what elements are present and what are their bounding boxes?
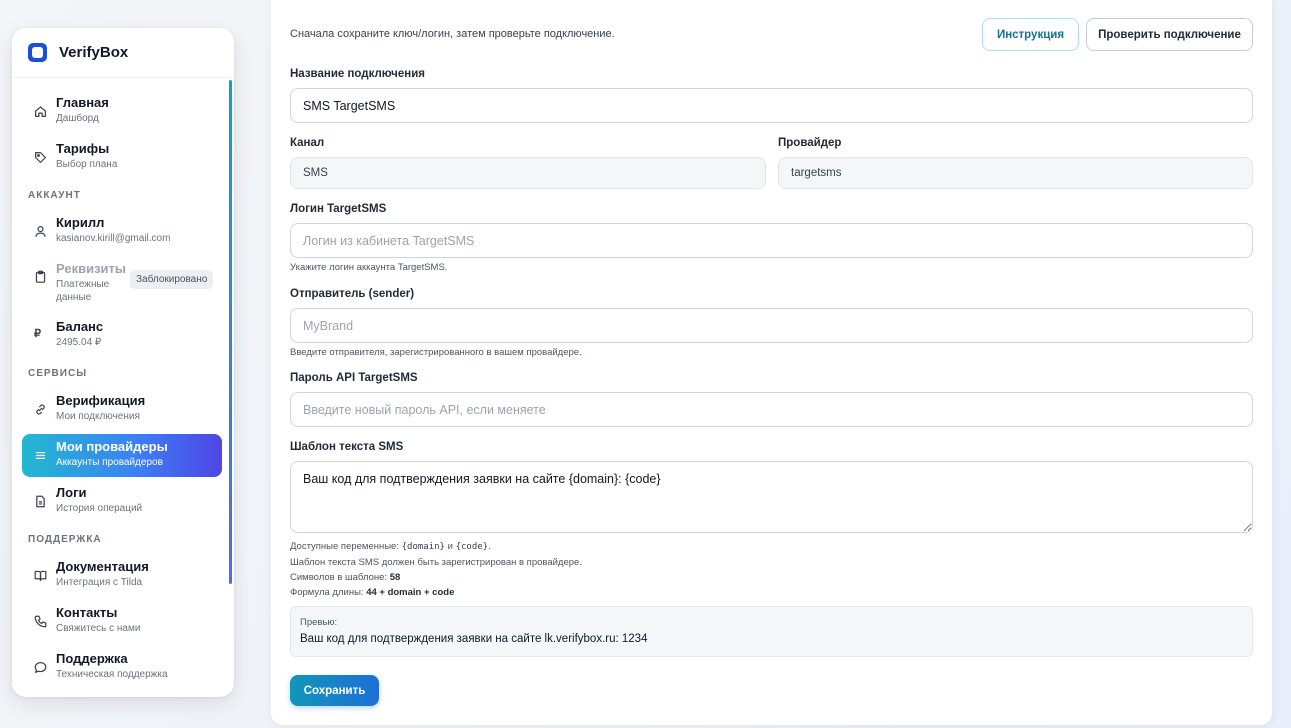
sidebar-item-contacts[interactable]: Контакты Свяжитесь с нами [22,600,222,643]
section-label-support: ПОДДЕРЖКА [28,534,102,545]
login-help: Укажите логин аккаунта TargetSMS. [290,262,448,273]
sidebar-item-title: Реквизиты [56,261,126,276]
char-count-label: Символов в шаблоне: [290,572,390,583]
save-hint: Сначала сохраните ключ/логин, затем пров… [290,28,615,40]
template-vars-help: Доступные переменные: {domain} и {code}. [290,541,491,552]
sidebar-item-title: Мои провайдеры [56,439,168,454]
sidebar-item-title: Документация [56,559,149,574]
template-label: Шаблон текста SMS [290,441,404,453]
sidebar-item-subtitle: Дашборд [56,113,99,124]
section-label-services: СЕРВИСЫ [28,368,87,379]
sidebar-item-support[interactable]: Поддержка Техническая поддержка [22,646,222,689]
sidebar-item-title: Верификация [56,393,146,408]
provider-field [778,157,1253,189]
sms-preview: Превью: Ваш код для подтверждения заявки… [290,606,1253,657]
ruble-icon: ₽ [34,328,41,340]
char-count-value: 58 [389,572,401,583]
sidebar-item-profile[interactable]: Кирилл kasianov.kirill@gmail.com [22,210,222,253]
home-icon [34,105,47,118]
link-icon [34,403,47,416]
var-code: {code} [455,542,489,552]
sidebar-item-subtitle: Техническая поддержка [56,669,168,680]
sidebar-item-title: Главная [56,95,109,110]
template-registered-note: Шаблон текста SMS должен быть зарегистри… [290,557,582,568]
login-input[interactable] [290,223,1253,258]
tag-icon [34,151,47,164]
channel-field [290,157,766,189]
book-icon [34,569,47,582]
preview-text: Ваш код для подтверждения заявки на сайт… [300,633,648,645]
login-label: Логин TargetSMS [290,203,387,215]
chat-icon [34,661,47,674]
sidebar-item-title: Кирилл [56,215,105,230]
instruction-button[interactable]: Инструкция [982,18,1079,51]
provider-form-panel: Сначала сохраните ключ/логин, затем пров… [271,0,1272,725]
sidebar-item-subtitle: Аккаунты провайдеров [56,457,163,468]
check-connection-button[interactable]: Проверить подключение [1086,18,1253,51]
template-char-count: Символов в шаблоне: 58 [290,572,400,583]
sidebar-item-docs[interactable]: Документация Интеграция с Tilda [22,554,222,597]
template-length-formula: Формула длины: 44 + domain + code [290,587,454,598]
file-icon [34,495,47,508]
preview-label: Превью: [300,617,338,628]
provider-label: Провайдер [778,137,842,149]
sidebar-item-title: Логи [56,485,87,500]
user-icon [34,225,47,238]
brand-name: VerifyBox [59,44,129,61]
sender-label: Отправитель (sender) [290,288,415,300]
sidebar-item-subtitle: Свяжитесь с нами [56,623,141,634]
var-domain: {domain} [401,542,445,552]
sidebar-item-subtitle: История операций [56,503,143,514]
sidebar-item-balance[interactable]: ₽ Баланс 2495.04 ₽ [22,314,222,357]
sidebar-item-my-providers[interactable]: Мои провайдеры Аккаунты провайдеров [22,434,222,477]
sidebar-item-subtitle: Интеграция с Tilda [56,577,143,588]
sidebar-item-subtitle: 2495.04 ₽ [56,337,102,348]
list-icon [34,449,47,462]
clipboard-icon [34,270,47,283]
phone-icon [34,615,47,628]
template-vars-suffix: . [488,541,491,552]
app-logo-icon [28,43,47,62]
sidebar-item-logs[interactable]: Логи История операций [22,480,222,523]
locked-badge: Заблокировано [130,270,214,289]
save-button[interactable]: Сохранить [290,675,379,706]
sidebar-item-subtitle: Мои подключения [56,411,140,422]
sidebar-item-title: Поддержка [56,651,128,666]
sidebar: VerifyBox Главная Дашборд Тарифы Выбор п… [12,28,234,697]
sidebar-item-title: Баланс [56,319,104,334]
api-password-input[interactable] [290,392,1253,427]
channel-label: Канал [290,137,325,149]
length-formula-label: Формула длины: [290,587,367,598]
connection-name-label: Название подключения [290,68,425,80]
template-vars-prefix: Доступные переменные: [290,541,402,552]
sidebar-item-title: Контакты [56,605,118,620]
sidebar-item-verification[interactable]: Верификация Мои подключения [22,388,222,431]
brand[interactable]: VerifyBox [12,28,234,78]
sidebar-item-requisites: Реквизиты Платежные данные Заблокировано [22,256,222,310]
connection-name-input[interactable] [290,88,1253,123]
section-label-account: АККАУНТ [28,190,81,201]
sender-input[interactable] [290,308,1253,343]
sidebar-item-tariffs[interactable]: Тарифы Выбор плана [22,136,222,179]
sms-template-textarea[interactable]: Ваш код для подтверждения заявки на сайт… [290,461,1253,533]
sender-help: Введите отправителя, зарегистрированного… [290,347,582,358]
sidebar-item-subtitle: Выбор плана [56,159,118,170]
password-label: Пароль API TargetSMS [290,372,418,384]
sidebar-item-home[interactable]: Главная Дашборд [22,90,222,133]
sidebar-scrollbar[interactable] [229,80,232,584]
sidebar-item-title: Тарифы [56,141,110,156]
template-vars-and: и [444,541,456,552]
sidebar-item-subtitle: Платежные данные [56,279,110,303]
length-formula-value: 44 + domain + code [366,587,455,598]
sidebar-item-subtitle: kasianov.kirill@gmail.com [56,233,171,244]
